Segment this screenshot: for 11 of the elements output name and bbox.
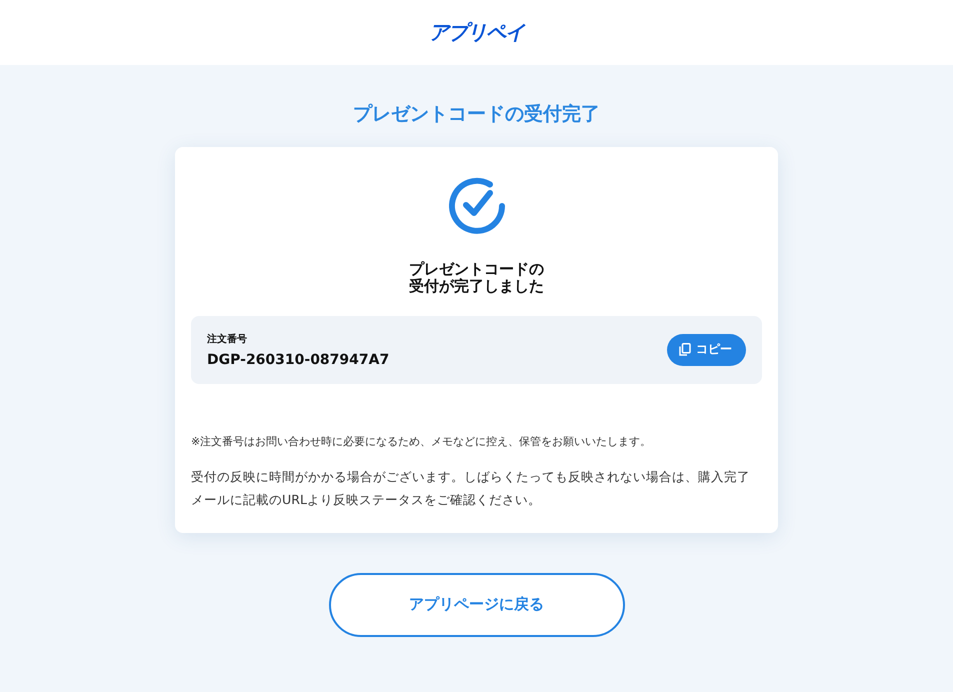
back-to-app-button[interactable]: アプリページに戻る (328, 572, 624, 636)
completion-heading: プレゼントコードの (409, 261, 544, 278)
order-number: DGP-260310-087947A7 (207, 352, 390, 368)
order-number-label: 注文番号 (207, 332, 248, 346)
copy-icon (679, 343, 691, 356)
info-message: 受付の反映に時間がかかる場合がございます。しばらくたっても反映されない場合は、購入完了メールに記載のURLより反映ステータスをご確認ください。 (191, 468, 751, 508)
copy-button[interactable]: コピー (667, 334, 746, 366)
app-logo: アプリペイ (429, 19, 524, 46)
page-title: プレゼントコードの受付完了 (353, 102, 600, 127)
note-text: ※注文番号はお問い合わせ時に必要になるため、メモなどに控え、保管をお願いいたします。 (191, 434, 652, 448)
completion-heading: 受付が完了しました (409, 278, 544, 296)
